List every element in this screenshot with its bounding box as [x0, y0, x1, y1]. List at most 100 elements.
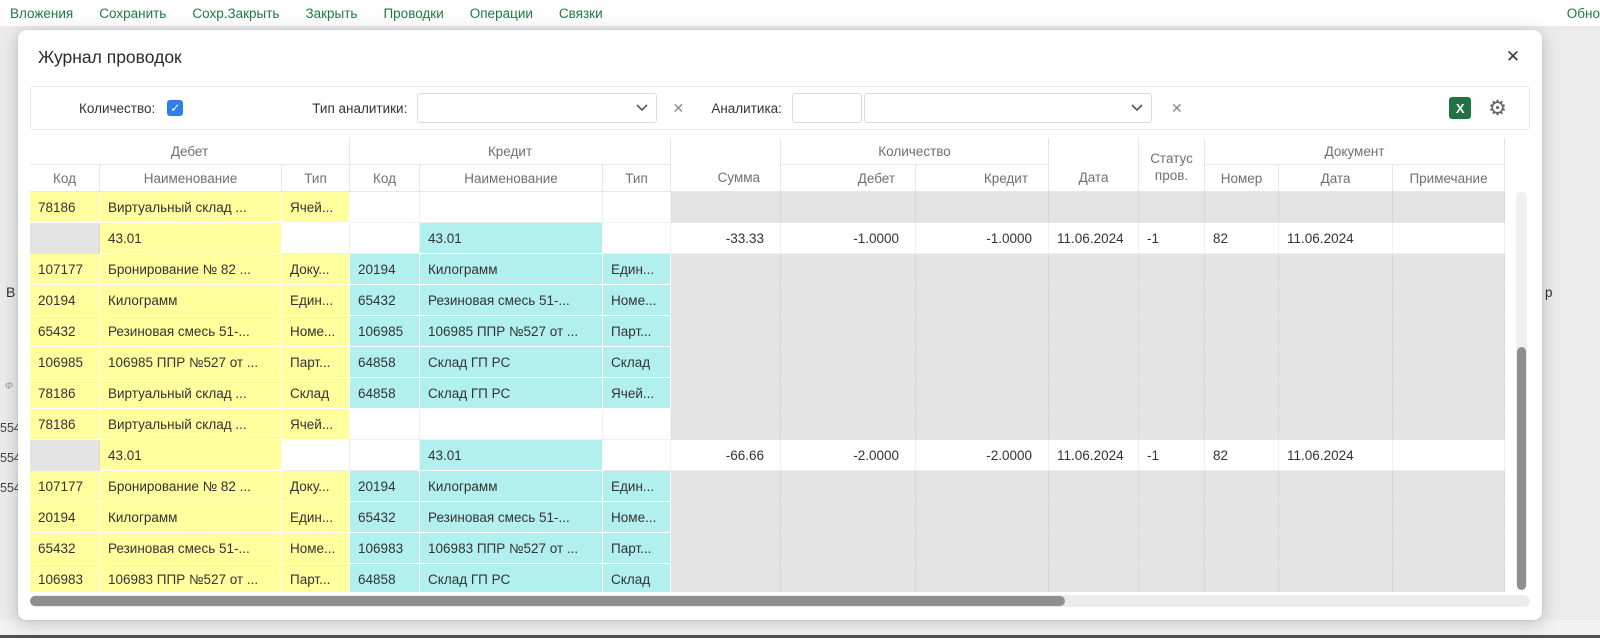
cell-debit-type — [282, 440, 350, 471]
menubar: Вложения Сохранить Сохр.Закрыть Закрыть Пров… — [0, 0, 1600, 26]
table-row[interactable]: 20194КилограммЕдин...65432Резиновая смес… — [30, 502, 1505, 533]
cell-qty-credit — [916, 564, 1049, 592]
analytics-type-select[interactable] — [417, 93, 657, 123]
clear-analytics-type-button[interactable]: ✕ — [669, 100, 687, 117]
table-row[interactable]: 65432Резиновая смесь 51-...Номе...106983… — [30, 533, 1505, 564]
check-icon: ✓ — [170, 102, 180, 114]
column-header-qty-credit[interactable]: Кредит — [916, 165, 1049, 192]
cell-date — [1049, 502, 1139, 533]
close-dialog-button[interactable]: ✕ — [1500, 44, 1526, 70]
menu-item-refresh[interactable]: Обно — [1567, 6, 1600, 21]
cell-debit-code: 78186 — [30, 192, 100, 223]
dialog-titlebar: Журнал проводок ✕ — [18, 30, 1542, 84]
analytics-code-input[interactable] — [792, 93, 862, 123]
cell-credit-code: 64858 — [350, 564, 420, 592]
column-header-sum[interactable]: Сумма — [671, 138, 781, 192]
cell-doc-date — [1279, 285, 1393, 316]
cell-credit-name: Килограмм — [420, 254, 603, 285]
menu-item[interactable]: Вложения — [10, 6, 73, 21]
table-header: Дебет Кредит Сумма Количество Дата Стату… — [30, 138, 1505, 192]
column-header-status[interactable]: Статус пров. — [1139, 138, 1205, 192]
table-row[interactable]: 78186Виртуальный склад ...Ячей... — [30, 192, 1505, 223]
cell-sum — [671, 533, 781, 564]
column-header-debit-code[interactable]: Код — [30, 165, 100, 192]
cell-note — [1393, 564, 1505, 592]
cell-debit-code: 20194 — [30, 285, 100, 316]
group-header-credit: Кредит — [350, 138, 671, 165]
status-header-line1: Статус — [1150, 151, 1193, 166]
cell-debit-name: Бронирование № 82 ... — [100, 254, 282, 285]
cell-debit-name: 106985 ППР №527 от ... — [100, 347, 282, 378]
column-header-doc-date[interactable]: Дата — [1279, 165, 1393, 192]
table-row[interactable]: 65432Резиновая смесь 51-...Номе...106985… — [30, 316, 1505, 347]
cell-credit-code — [350, 409, 420, 440]
column-header-credit-type[interactable]: Тип — [603, 165, 671, 192]
table-row[interactable]: 78186Виртуальный склад ...Ячей... — [30, 409, 1505, 440]
table-row[interactable]: 107177Бронирование № 82 ...Доку...20194К… — [30, 471, 1505, 502]
cell-qty-credit — [916, 285, 1049, 316]
settings-button[interactable]: ⚙ — [1488, 98, 1507, 119]
column-header-credit-name[interactable]: Наименование — [420, 165, 603, 192]
cell-credit-code: 65432 — [350, 502, 420, 533]
cell-credit-type: Един... — [603, 254, 671, 285]
cell-qty-credit — [916, 347, 1049, 378]
cell-sum — [671, 254, 781, 285]
column-header-note[interactable]: Примечание — [1393, 165, 1505, 192]
cell-note — [1393, 347, 1505, 378]
cell-note — [1393, 502, 1505, 533]
group-header-quantity: Количество — [781, 138, 1049, 165]
column-header-debit-name[interactable]: Наименование — [100, 165, 282, 192]
export-excel-button[interactable]: X — [1449, 97, 1471, 119]
menu-item[interactable]: Операции — [470, 6, 533, 21]
cell-date — [1049, 564, 1139, 592]
horizontal-scrollbar[interactable] — [30, 595, 1530, 607]
cell-debit-code: 107177 — [30, 471, 100, 502]
cell-doc-number — [1205, 564, 1279, 592]
background-fragment: р — [1545, 285, 1553, 300]
cell-note — [1393, 533, 1505, 564]
table-row[interactable]: 43.0143.01-33.33-1.0000-1.000011.06.2024… — [30, 223, 1505, 254]
cell-qty-credit — [916, 316, 1049, 347]
cell-debit-code: 65432 — [30, 316, 100, 347]
cell-date — [1049, 533, 1139, 564]
cell-note — [1393, 471, 1505, 502]
cell-debit-code: 65432 — [30, 533, 100, 564]
vertical-scrollbar[interactable] — [1516, 192, 1527, 590]
cell-qty-debit — [781, 316, 916, 347]
analytics-select[interactable] — [864, 93, 1152, 123]
table-row[interactable]: 43.0143.01-66.66-2.0000-2.000011.06.2024… — [30, 440, 1505, 471]
quantity-checkbox[interactable]: ✓ — [167, 100, 183, 116]
menu-item[interactable]: Связки — [559, 6, 603, 21]
cell-credit-type: Ячей... — [603, 378, 671, 409]
table-row[interactable]: 20194КилограммЕдин...65432Резиновая смес… — [30, 285, 1505, 316]
column-header-doc-number[interactable]: Номер — [1205, 165, 1279, 192]
cell-status: -1 — [1139, 440, 1205, 471]
cell-qty-debit — [781, 347, 916, 378]
cell-doc-date — [1279, 378, 1393, 409]
vertical-scrollbar-thumb[interactable] — [1517, 347, 1526, 590]
cell-sum — [671, 378, 781, 409]
column-header-debit-type[interactable]: Тип — [282, 165, 350, 192]
clear-analytics-button[interactable]: ✕ — [1168, 100, 1186, 117]
cell-status — [1139, 192, 1205, 223]
cell-debit-name: 106983 ППР №527 от ... — [100, 564, 282, 592]
cell-doc-number — [1205, 285, 1279, 316]
column-header-qty-debit[interactable]: Дебет — [781, 165, 916, 192]
table-row[interactable]: 107177Бронирование № 82 ...Доку...20194К… — [30, 254, 1505, 285]
column-header-date[interactable]: Дата — [1049, 138, 1139, 192]
cell-credit-code — [350, 440, 420, 471]
cell-credit-type — [603, 409, 671, 440]
table-row[interactable]: 106983106983 ППР №527 от ...Парт...64858… — [30, 564, 1505, 592]
cell-status — [1139, 533, 1205, 564]
table-row[interactable]: 106985106985 ППР №527 от ...Парт...64858… — [30, 347, 1505, 378]
table-row[interactable]: 78186Виртуальный склад ...Склад64858Скла… — [30, 378, 1505, 409]
cell-credit-name: 106983 ППР №527 от ... — [420, 533, 603, 564]
cell-debit-type: Склад — [282, 378, 350, 409]
menu-item[interactable]: Проводки — [383, 6, 443, 21]
menu-item[interactable]: Сохранить — [99, 6, 166, 21]
horizontal-scrollbar-thumb[interactable] — [30, 596, 1065, 606]
menu-item[interactable]: Сохр.Закрыть — [192, 6, 279, 21]
column-header-credit-code[interactable]: Код — [350, 165, 420, 192]
menu-item[interactable]: Закрыть — [305, 6, 357, 21]
cell-doc-number: 82 — [1205, 440, 1279, 471]
